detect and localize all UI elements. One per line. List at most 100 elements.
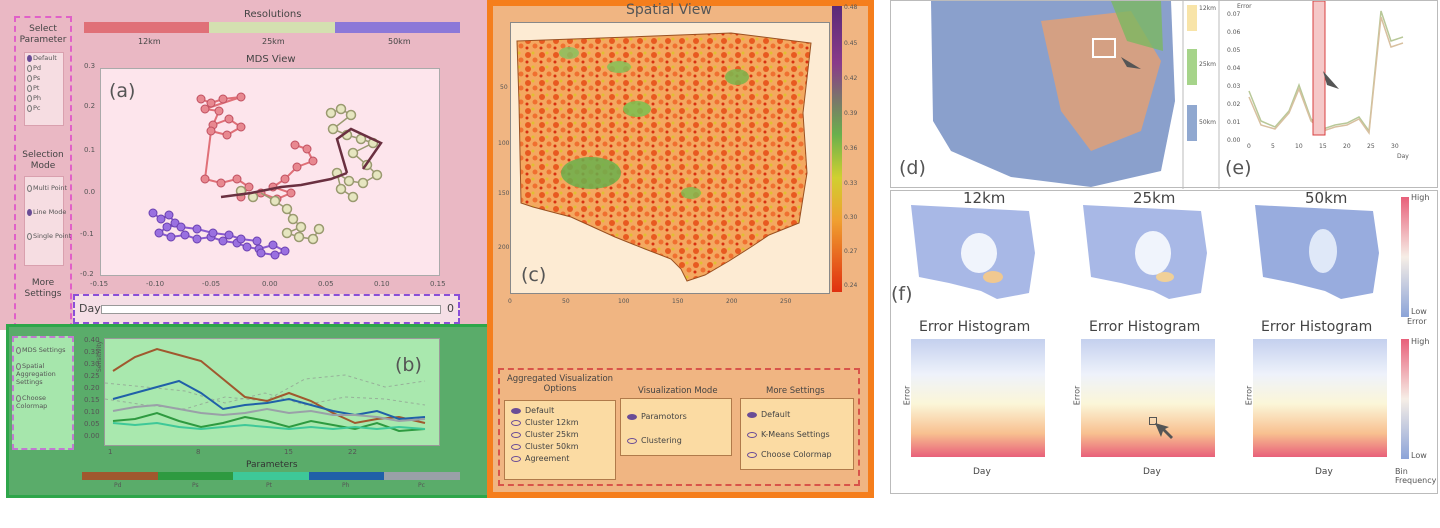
colorbar-low: Low — [1411, 307, 1427, 316]
mds-xtick: 0.00 — [262, 280, 278, 288]
param-option[interactable]: Pd — [25, 63, 63, 73]
menu-choose-colormap[interactable]: Choose Colormap — [14, 394, 72, 410]
legend-50km: 50km — [1199, 119, 1216, 126]
agg-option[interactable]: Agreement — [505, 453, 615, 465]
more-option[interactable]: K-Means Settings — [741, 429, 853, 441]
param-segment-pc[interactable] — [384, 472, 460, 480]
spatial-map[interactable]: (c) — [510, 22, 830, 294]
comparison-panel-bottom: 12km 25km 50km (f) Error Histogram Error… — [890, 189, 1438, 494]
spatial-xtick: 250 — [780, 298, 792, 305]
param-option[interactable]: Ps — [25, 73, 63, 83]
cbar-tick: 0.42 — [844, 75, 858, 82]
vis-mode-option[interactable]: Paramotors — [621, 411, 731, 423]
menu-mds-settings[interactable]: MDS Settings — [14, 346, 72, 354]
mds-xtick: 0.10 — [374, 280, 390, 288]
spatial-xtick: 50 — [562, 298, 570, 305]
radio-icon — [627, 437, 637, 444]
radio-icon — [511, 419, 521, 426]
mds-ytick: -0.2 — [80, 270, 94, 278]
mode-option[interactable]: Multi Point — [25, 183, 67, 193]
e-xtick: 15 — [1319, 143, 1327, 150]
more-settings-title[interactable]: More Settings — [16, 278, 70, 300]
more-option[interactable]: Default — [741, 409, 853, 421]
param-option[interactable]: Ph — [25, 93, 63, 103]
radio-icon — [27, 64, 32, 72]
bincolorbar-low: Low — [1411, 451, 1427, 460]
hist-ylabel: Error — [902, 385, 912, 406]
resolutions-bar[interactable] — [84, 22, 460, 33]
param-segment-ps[interactable] — [157, 472, 234, 480]
parameter-radio-group: Default Pd Ps Pt Ph Pc — [24, 52, 64, 126]
radio-icon — [511, 455, 521, 462]
radio-icon — [27, 184, 32, 192]
sens-ytick: 0.10 — [84, 408, 100, 416]
param-label: Pc — [418, 482, 425, 489]
param-segment-pt[interactable] — [233, 472, 309, 480]
cbar-tick: 0.30 — [844, 214, 858, 221]
mds-ytick: 0.0 — [84, 188, 96, 196]
day-slider[interactable] — [101, 305, 441, 314]
mds-ytick: 0.1 — [84, 146, 96, 154]
mds-plot[interactable]: (a) — [100, 68, 440, 276]
radio-icon — [747, 431, 757, 438]
e-xtick: 5 — [1271, 143, 1275, 150]
e-xtick: 25 — [1367, 143, 1375, 150]
param-label: Pt — [266, 482, 272, 489]
error-maps[interactable] — [909, 203, 1389, 303]
agg-option[interactable]: Cluster 50km — [505, 441, 615, 453]
hist-xlabel: Day — [1143, 467, 1161, 477]
agg-option[interactable]: Cluster 25km — [505, 429, 615, 441]
region-detail-view[interactable] — [891, 0, 1439, 189]
e-ytick: 0.05 — [1227, 47, 1241, 54]
hist-xlabel: Day — [1315, 467, 1333, 477]
menu-spatial-aggregation[interactable]: Spatial Aggregation Settings — [14, 362, 72, 386]
vis-mode-option[interactable]: Clustering — [621, 435, 731, 447]
spatial-colorbar — [832, 6, 842, 292]
sens-ytick: 0.20 — [84, 384, 100, 392]
spatial-heatmap[interactable]: (c) — [511, 23, 831, 295]
sensitivity-plot[interactable]: (b) — [104, 338, 440, 446]
comparison-panel-top: (d) (e) 12km 25km 50km 0.07 0.06 0.05 0.… — [890, 0, 1439, 189]
mds-xtick: -0.10 — [146, 280, 165, 288]
histogram-50km[interactable] — [1253, 339, 1387, 457]
param-segment-ph[interactable] — [308, 472, 385, 480]
radio-selected-icon — [747, 411, 757, 418]
more-option[interactable]: Choose Colormap — [741, 449, 853, 461]
param-option[interactable]: Pt — [25, 83, 63, 93]
res-segment-50km[interactable] — [335, 22, 460, 33]
e-xtick: 30 — [1391, 143, 1399, 150]
hist-title-25km: Error Histogram — [1089, 319, 1201, 335]
param-option[interactable]: Default — [25, 53, 63, 63]
radio-icon — [27, 84, 32, 92]
histogram-25km[interactable] — [1081, 339, 1215, 457]
more-settings-title-2: More Settings — [766, 386, 825, 396]
mode-option[interactable]: Single Point — [25, 231, 71, 241]
cluster-50km[interactable] — [148, 208, 290, 260]
sensitivity-lines[interactable]: (b) — [104, 339, 441, 447]
radio-selected-icon — [627, 413, 637, 420]
param-segment-pd[interactable] — [82, 472, 158, 480]
res-segment-25km[interactable] — [209, 22, 335, 33]
cluster-25km[interactable] — [235, 103, 383, 245]
agg-option[interactable]: Default — [505, 405, 615, 417]
mds-scatter[interactable]: (a) — [101, 69, 441, 277]
label-d: (d) — [899, 157, 926, 179]
mds-ytick: 0.2 — [84, 102, 96, 110]
cluster-12km[interactable] — [196, 92, 318, 204]
sensitivity-label: (b) — [395, 354, 422, 376]
error-colorbar — [1401, 197, 1409, 317]
mds-xtick: 0.05 — [318, 280, 334, 288]
bin-colorbar — [1401, 339, 1409, 459]
agg-option[interactable]: Cluster 12km — [505, 417, 615, 429]
res-segment-12km[interactable] — [84, 22, 209, 33]
cbar-tick: 0.24 — [844, 282, 858, 289]
param-option[interactable]: Pc — [25, 103, 63, 113]
parameter-color-bar[interactable] — [82, 472, 460, 480]
colorbar-high: High — [1411, 193, 1430, 202]
mode-option[interactable]: Line Mode — [25, 207, 66, 217]
sensitivity-menu: MDS Settings Spatial Aggregation Setting… — [12, 336, 74, 450]
histogram-12km[interactable] — [911, 339, 1045, 457]
spatial-label: (c) — [521, 264, 546, 286]
cbar-tick: 0.48 — [844, 4, 858, 11]
mds-xtick: 0.15 — [430, 280, 446, 288]
